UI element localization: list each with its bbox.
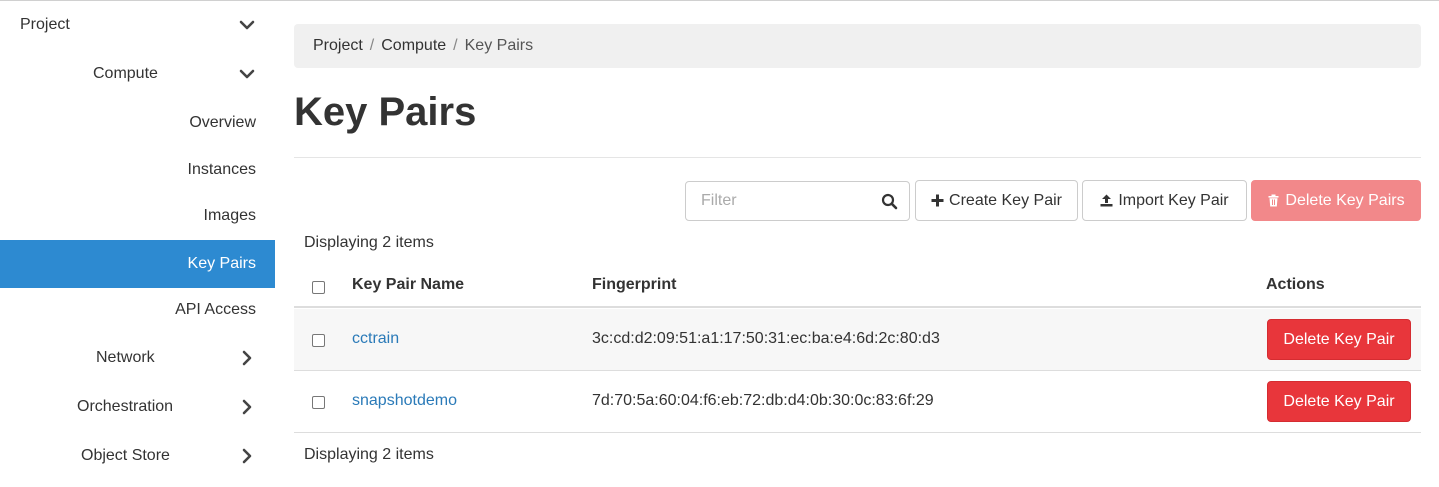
delete-key-pair-button[interactable]: Delete Key Pair [1267, 381, 1411, 422]
items-count-footer: Displaying 2 items [304, 446, 434, 463]
sidebar-item-label: Instances [187, 161, 256, 178]
sidebar-item-key-pairs[interactable]: Key Pairs [0, 240, 275, 288]
chevron-right-icon [238, 447, 256, 465]
sidebar-item-label: Object Store [81, 447, 170, 464]
table-row: snapshotdemo 7d:70:5a:60:04:f6:eb:72:db:… [294, 371, 1421, 433]
sidebar-item-project[interactable]: Project [0, 5, 275, 45]
delete-key-pairs-label: Delete Key Pairs [1285, 191, 1405, 209]
sidebar-item-label: Images [203, 207, 256, 224]
sidebar-item-label: Orchestration [77, 398, 174, 415]
upload-icon [1100, 194, 1113, 207]
page-title: Key Pairs [294, 90, 477, 134]
fingerprint-value: 7d:70:5a:60:04:f6:eb:72:db:d4:0b:30:0c:8… [592, 392, 934, 409]
create-key-pair-button[interactable]: Create Key Pair [915, 180, 1078, 221]
column-header-actions: Actions [1266, 276, 1325, 293]
sidebar-item-label: API Access [175, 301, 256, 318]
chevron-right-icon [238, 349, 256, 367]
sidebar-item-label: Overview [189, 114, 256, 131]
import-key-pair-button[interactable]: Import Key Pair [1082, 180, 1247, 221]
select-all-checkbox[interactable] [312, 281, 325, 294]
row-checkbox[interactable] [312, 334, 325, 347]
search-icon[interactable] [881, 193, 898, 210]
trash-icon [1267, 194, 1280, 207]
title-divider [294, 157, 1421, 158]
import-key-pair-label: Import Key Pair [1118, 191, 1229, 209]
sidebar: Project Compute Overview Instances Image… [0, 0, 275, 487]
sidebar-item-label: Compute [93, 65, 158, 82]
sidebar-item-images[interactable]: Images [0, 196, 275, 236]
sidebar-item-label: Project [20, 16, 70, 33]
breadcrumb-separator: / [369, 37, 375, 54]
sidebar-item-api-access[interactable]: API Access [0, 290, 275, 330]
sidebar-item-orchestration[interactable]: Orchestration [0, 387, 275, 427]
breadcrumb-current: Key Pairs [464, 37, 534, 54]
key-pair-name-link[interactable]: cctrain [352, 330, 399, 348]
table-row: cctrain 3c:cd:d2:09:51:a1:17:50:31:ec:ba… [294, 309, 1421, 371]
sidebar-item-label: Network [96, 349, 155, 366]
items-count: Displaying 2 items [304, 234, 434, 251]
plus-icon [931, 194, 944, 207]
chevron-right-icon [238, 398, 256, 416]
sidebar-item-object-store[interactable]: Object Store [0, 436, 275, 476]
row-checkbox[interactable] [312, 396, 325, 409]
column-header-fingerprint[interactable]: Fingerprint [592, 276, 676, 294]
sidebar-item-overview[interactable]: Overview [0, 103, 275, 143]
chevron-down-icon [238, 16, 256, 34]
fingerprint-value: 3c:cd:d2:09:51:a1:17:50:31:ec:ba:e4:6d:2… [592, 330, 940, 347]
create-key-pair-label: Create Key Pair [949, 191, 1062, 209]
sidebar-item-network[interactable]: Network [0, 338, 275, 378]
sidebar-item-instances[interactable]: Instances [0, 150, 275, 190]
sidebar-item-label: Key Pairs [187, 255, 256, 272]
breadcrumb-separator: / [453, 37, 458, 54]
column-header-name[interactable]: Key Pair Name [352, 276, 464, 294]
breadcrumb-compute[interactable]: Compute [381, 37, 446, 55]
delete-key-pairs-button[interactable]: Delete Key Pairs [1251, 180, 1421, 221]
breadcrumb-project[interactable]: Project [313, 37, 363, 55]
key-pair-name-link[interactable]: snapshotdemo [352, 392, 457, 410]
sidebar-item-compute[interactable]: Compute [0, 54, 275, 94]
delete-key-pair-button[interactable]: Delete Key Pair [1267, 319, 1411, 360]
filter-field [685, 181, 910, 221]
filter-input[interactable] [686, 182, 866, 220]
chevron-down-icon [238, 65, 256, 83]
breadcrumb: Project / Compute / Key Pairs [294, 24, 1421, 68]
table-header: Key Pair Name Fingerprint Actions [294, 264, 1421, 308]
